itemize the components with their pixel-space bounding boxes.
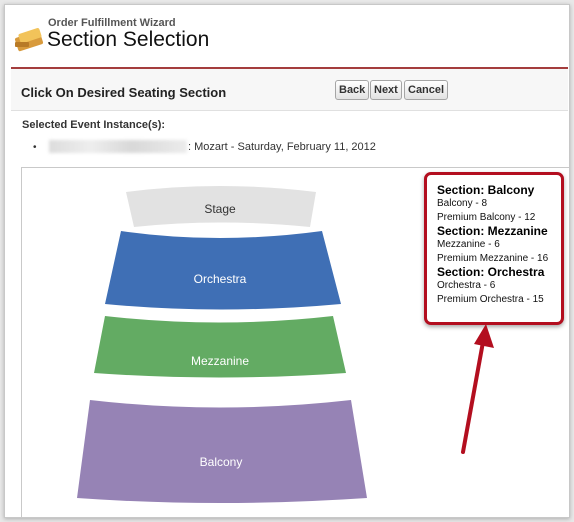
next-button[interactable]: Next bbox=[370, 80, 402, 100]
legend-item: Premium Orchestra - 15 bbox=[437, 293, 544, 305]
block-title: Click On Desired Seating Section bbox=[21, 85, 227, 100]
back-button[interactable]: Back bbox=[335, 80, 370, 100]
balcony-label: Balcony bbox=[200, 455, 243, 469]
balcony-shape[interactable] bbox=[77, 400, 367, 503]
page-title: Section Selection bbox=[47, 28, 210, 51]
legend-heading: Section: Balcony bbox=[437, 183, 535, 197]
legend-item: Premium Mezzanine - 16 bbox=[437, 252, 549, 264]
mezzanine-shape[interactable] bbox=[94, 316, 346, 378]
stage-label: Stage bbox=[204, 202, 236, 216]
callout-arrow-icon bbox=[461, 324, 494, 454]
list-bullet: • bbox=[33, 142, 37, 153]
stage-section: Stage bbox=[126, 186, 316, 227]
legend-item: Balcony - 8 bbox=[437, 198, 488, 209]
legend-item: Premium Balcony - 12 bbox=[437, 211, 536, 223]
cancel-button[interactable]: Cancel bbox=[404, 80, 449, 100]
legend-heading: Section: Orchestra bbox=[437, 265, 545, 279]
wizard-wand-icon bbox=[14, 28, 44, 52]
section-legend-callout: Section: Balcony Balcony - 8 Premium Bal… bbox=[424, 172, 564, 325]
mezzanine-section[interactable]: Mezzanine bbox=[94, 316, 346, 378]
redacted-event-name bbox=[49, 140, 187, 153]
legend-heading: Section: Mezzanine bbox=[437, 224, 548, 238]
page-block-header: Click On Desired Seating Section Back Ne… bbox=[11, 69, 568, 111]
legend-item: Orchestra - 6 bbox=[437, 280, 496, 291]
wizard-window: Order Fulfillment Wizard Section Selecti… bbox=[4, 4, 570, 518]
legend-item: Mezzanine - 6 bbox=[437, 239, 500, 250]
mezzanine-label: Mezzanine bbox=[191, 354, 249, 368]
orchestra-shape[interactable] bbox=[105, 231, 341, 310]
orchestra-section[interactable]: Orchestra bbox=[105, 231, 341, 310]
event-instance-label: Selected Event Instance(s): bbox=[22, 119, 166, 131]
balcony-section[interactable]: Balcony bbox=[77, 400, 367, 503]
event-instance-text: : Mozart - Saturday, February 11, 2012 bbox=[188, 141, 376, 153]
orchestra-label: Orchestra bbox=[194, 272, 247, 286]
